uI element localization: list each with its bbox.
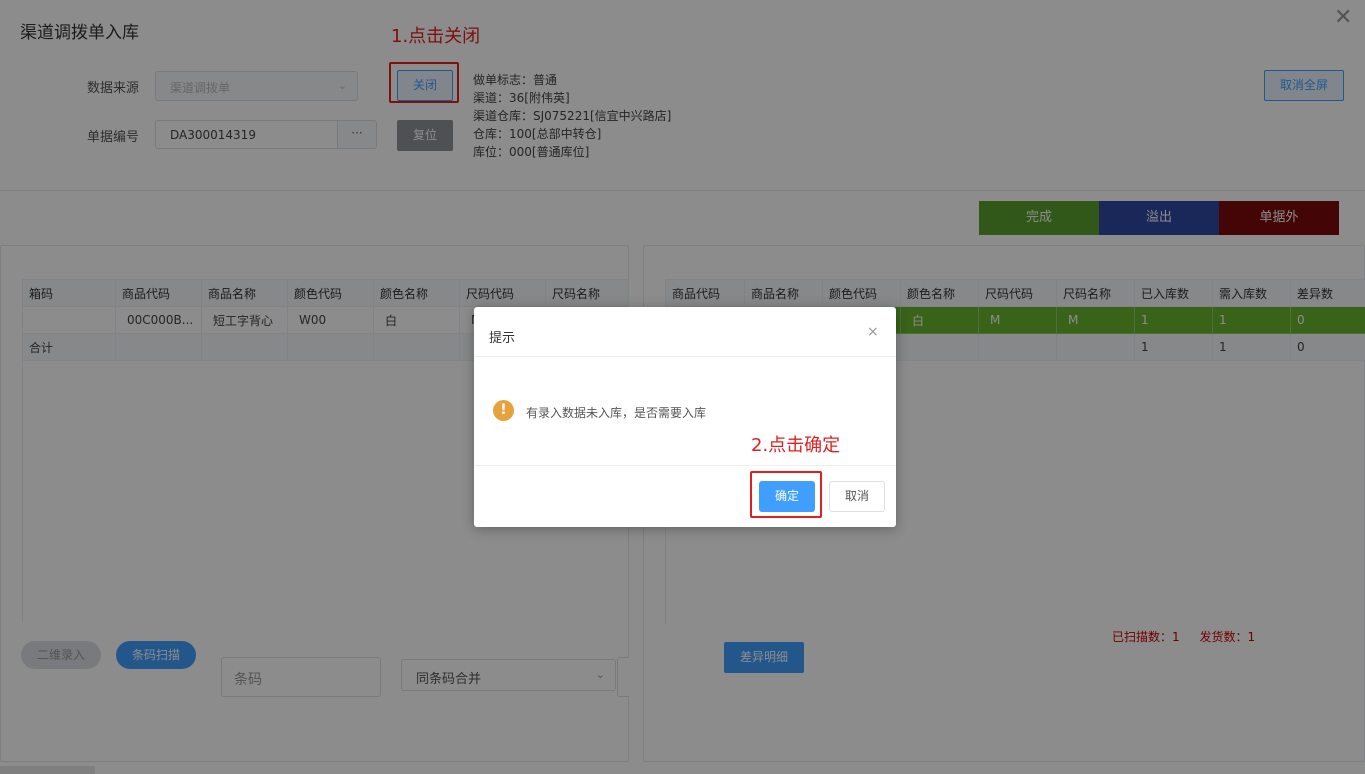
dialog-close-icon[interactable]: ×: [867, 324, 879, 340]
step2-annotation: 2.点击确定: [751, 435, 841, 456]
dialog-footer-divider: [474, 465, 896, 466]
cancel-button[interactable]: 取消: [829, 481, 885, 512]
confirm-dialog: 提示 × ! 有录入数据未入库，是否需要入库 确定 取消: [474, 307, 896, 527]
step2-highlight-box: [750, 471, 822, 518]
warning-icon: !: [493, 400, 514, 421]
dialog-header-divider: [474, 356, 896, 357]
dialog-message: 有录入数据未入库，是否需要入库: [526, 406, 707, 420]
dialog-title: 提示: [489, 331, 516, 346]
